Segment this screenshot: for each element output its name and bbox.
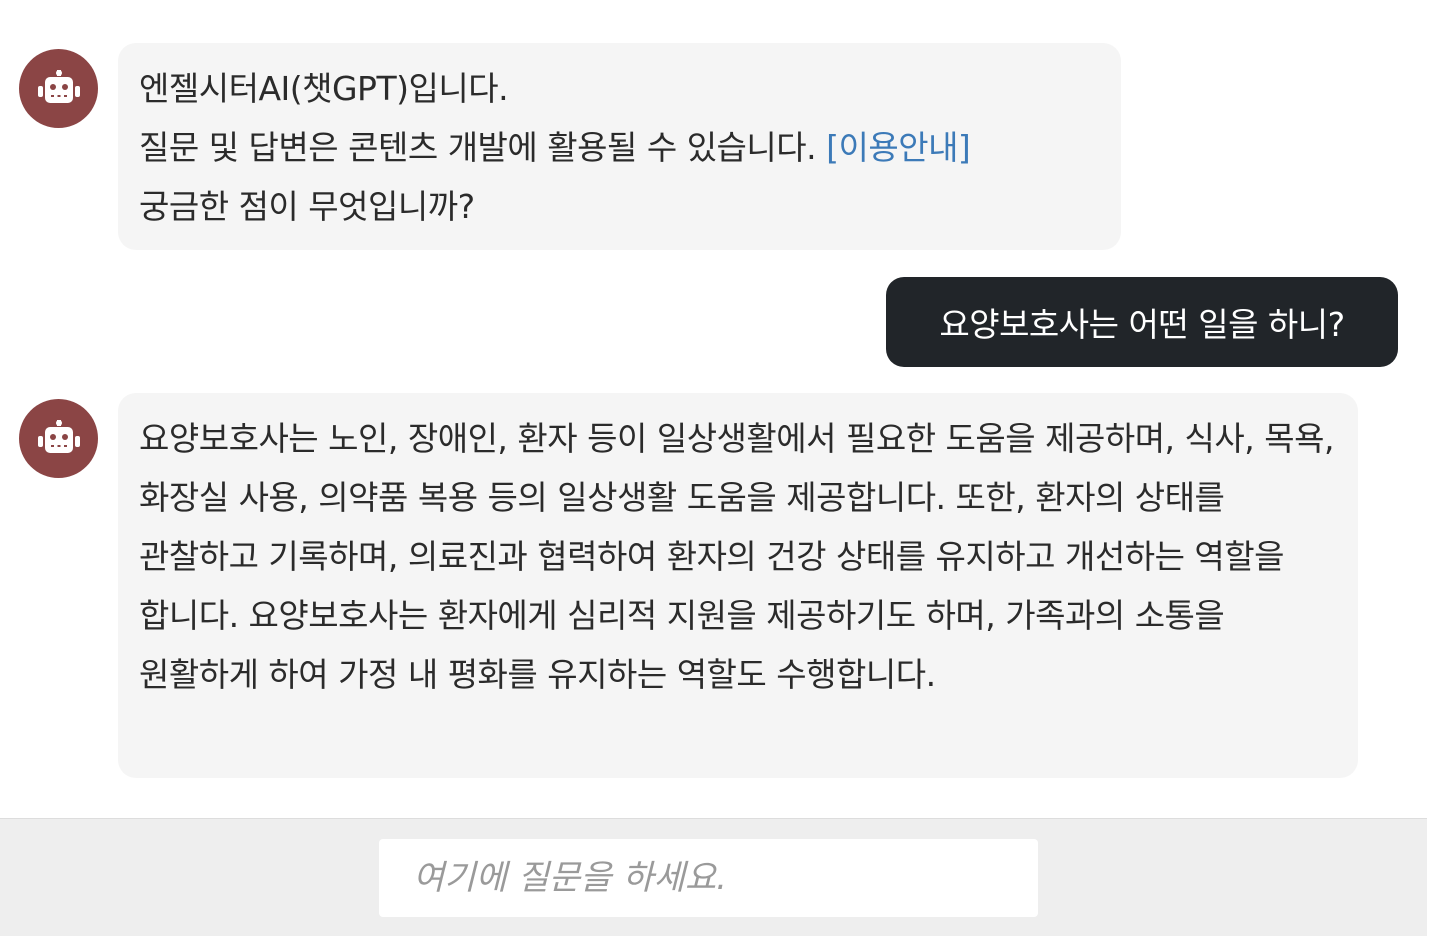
bot-avatar: [19, 49, 98, 128]
greeting-line-1: 엔젤시터AI(챗GPT)입니다.: [139, 69, 509, 108]
greeting-notice-text: 질문 및 답변은 콘텐츠 개발에 활용될 수 있습니다.: [139, 128, 827, 167]
input-footer: [0, 818, 1427, 936]
robot-icon: [37, 419, 80, 453]
greeting-line-3: 궁금한 점이 무엇입니까?: [139, 187, 475, 226]
bot-avatar: [19, 399, 98, 478]
chat-area: 엔젤시터AI(챗GPT)입니다. 질문 및 답변은 콘텐츠 개발에 활용될 수 …: [0, 0, 1434, 818]
question-input[interactable]: [379, 839, 1038, 917]
user-message: 요양보호사는 어떤 일을 하니?: [886, 277, 1398, 367]
bot-greeting-message: 엔젤시터AI(챗GPT)입니다. 질문 및 답변은 콘텐츠 개발에 활용될 수 …: [118, 43, 1121, 250]
greeting-line-2: 질문 및 답변은 콘텐츠 개발에 활용될 수 있습니다. [이용안내]: [139, 118, 1099, 177]
bot-answer-message: 요양보호사는 노인, 장애인, 환자 등이 일상생활에서 필요한 도움을 제공하…: [118, 393, 1358, 778]
usage-guide-link[interactable]: [이용안내]: [826, 128, 971, 167]
robot-icon: [37, 69, 80, 103]
answer-text: 요양보호사는 노인, 장애인, 환자 등이 일상생활에서 필요한 도움을 제공하…: [139, 419, 1334, 694]
